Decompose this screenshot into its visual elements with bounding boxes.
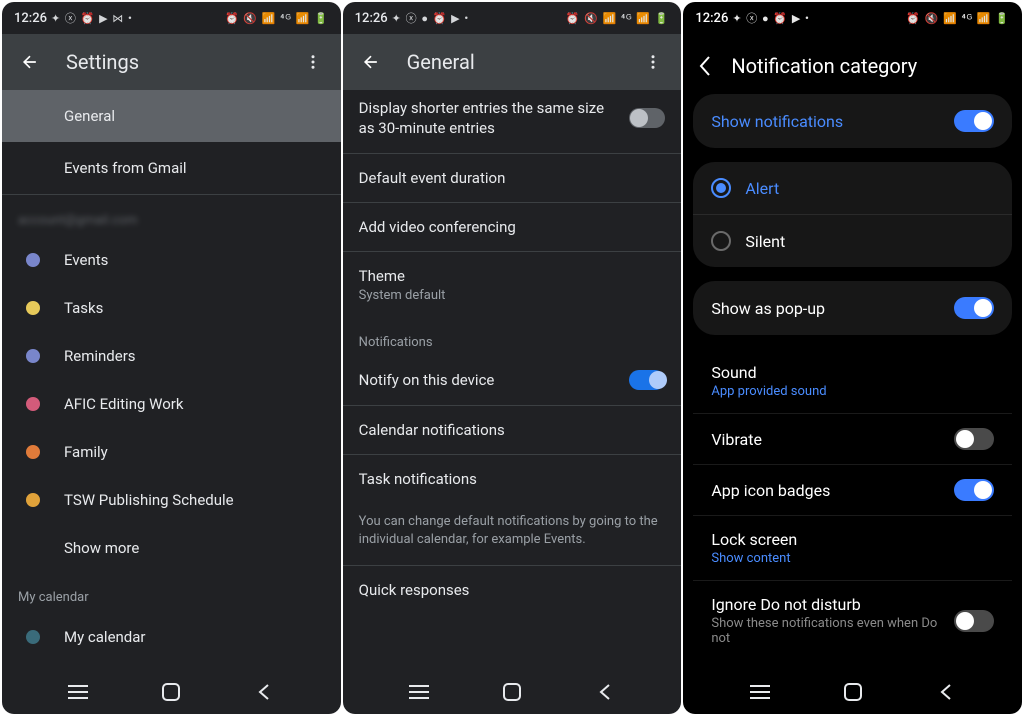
toggle-vibrate[interactable] [954, 428, 994, 450]
calendar-item[interactable]: Show more [2, 524, 341, 572]
calendar-item[interactable]: Events [2, 236, 341, 284]
page-title: Notification category [731, 54, 917, 78]
status-time: 12:26 [14, 11, 47, 26]
calendar-color-dot [26, 253, 40, 267]
app-bar: General [343, 34, 682, 90]
notifications-help-text: You can change default notifications by … [343, 503, 682, 565]
calendar-color-dot [26, 630, 40, 644]
calendar-item[interactable]: Family [2, 428, 341, 476]
settings-screen: 12:26 ✦ ⓧ ⏰ ▶ ⋈ • ⏰ 🔇 📶 ⁴ᴳ 📶 🔋 Settings … [2, 2, 341, 714]
alert-mode-card: Alert Silent [693, 162, 1012, 267]
nav-bar [343, 670, 682, 714]
setting-calendar-notifications[interactable]: Calendar notifications [343, 406, 682, 454]
overflow-menu-button[interactable] [293, 42, 333, 82]
general-screen: 12:26 ✦ ⓧ ● ⏰ ▶ • ⏰ 🔇 📶 ⁴ᴳ 📶 🔋 General D… [343, 2, 682, 714]
page-title: Settings [66, 50, 277, 74]
account-header: account@gmail.com [2, 195, 341, 236]
list-item-events-from-gmail[interactable]: Events from Gmail [2, 142, 341, 194]
back-button[interactable] [10, 42, 50, 82]
setting-default-event-duration[interactable]: Default event duration [343, 154, 682, 202]
radio-icon [711, 231, 731, 251]
toggle-badges[interactable] [954, 479, 994, 501]
calendar-color-dot [26, 301, 40, 315]
overflow-menu-button[interactable] [633, 42, 673, 82]
setting-app-icon-badges[interactable]: App icon badges [693, 465, 1012, 516]
status-notification-icons: ✦ ⓧ ⏰ ▶ ⋈ • [51, 10, 133, 26]
setting-ignore-dnd[interactable]: Ignore Do not disturb Show these notific… [693, 581, 1012, 660]
status-time: 12:26 [355, 11, 388, 26]
back-button[interactable] [693, 54, 717, 78]
nav-back[interactable] [926, 672, 966, 712]
nav-home[interactable] [492, 672, 532, 712]
status-time: 12:26 [695, 11, 728, 26]
radio-icon [711, 178, 731, 198]
general-settings-list: Display shorter entries the same size as… [343, 84, 682, 670]
nav-home[interactable] [151, 672, 191, 712]
status-system-icons: ⏰ 🔇 📶 ⁴ᴳ 📶 🔋 [225, 12, 329, 25]
setting-add-video-conferencing[interactable]: Add video conferencing [343, 203, 682, 251]
app-bar: Notification category [683, 34, 1022, 94]
status-bar: 12:26 ✦ ⓧ ⏰ ▶ ⋈ • ⏰ 🔇 📶 ⁴ᴳ 📶 🔋 [2, 2, 341, 34]
calendar-item[interactable]: AFIC Editing Work [2, 380, 341, 428]
radio-silent[interactable]: Silent [693, 214, 1012, 267]
page-title: General [407, 50, 618, 74]
calendar-item-my-calendar[interactable]: My calendar [2, 613, 341, 661]
setting-sound[interactable]: Sound App provided sound [693, 349, 1012, 414]
list-item-general[interactable]: General [2, 90, 341, 142]
nav-bar [683, 670, 1022, 714]
calendar-item[interactable]: Reminders [2, 332, 341, 380]
status-bar: 12:26 ✦ ⓧ ● ⏰ ▶ • ⏰ 🔇 📶 ⁴ᴳ 📶 🔋 [683, 2, 1022, 34]
setting-theme[interactable]: Theme System default [343, 252, 682, 317]
toggle-show-notifications[interactable] [954, 110, 994, 132]
status-system-icons: ⏰ 🔇 📶 ⁴ᴳ 📶 🔋 [906, 12, 1010, 25]
calendar-item[interactable]: TSW Publishing Schedule [2, 476, 341, 524]
back-button[interactable] [351, 42, 391, 82]
my-calendar-header: My calendar [2, 572, 341, 613]
setting-show-notifications[interactable]: Show notifications [693, 94, 1012, 148]
setting-lock-screen[interactable]: Lock screen Show content [693, 516, 1012, 581]
calendar-color-dot [26, 493, 40, 507]
nav-recents[interactable] [399, 672, 439, 712]
setting-vibrate[interactable]: Vibrate [693, 414, 1012, 465]
calendar-color-dot [26, 445, 40, 459]
nav-bar [2, 670, 341, 714]
popup-card: Show as pop-up [693, 281, 1012, 335]
setting-show-as-popup[interactable]: Show as pop-up [693, 281, 1012, 335]
status-system-icons: ⏰ 🔇 📶 ⁴ᴳ 📶 🔋 [566, 12, 670, 25]
status-notification-icons: ✦ ⓧ ● ⏰ ▶ • [392, 10, 470, 26]
setting-display-shorter-entries[interactable]: Display shorter entries the same size as… [343, 84, 682, 153]
nav-recents[interactable] [740, 672, 780, 712]
calendar-color-dot [26, 349, 40, 363]
calendar-item[interactable]: Tasks [2, 284, 341, 332]
notification-category-screen: 12:26 ✦ ⓧ ● ⏰ ▶ • ⏰ 🔇 📶 ⁴ᴳ 📶 🔋 Notificat… [683, 2, 1022, 714]
nav-back[interactable] [585, 672, 625, 712]
status-notification-icons: ✦ ⓧ ● ⏰ ▶ • [732, 10, 810, 26]
toggle-dnd[interactable] [954, 610, 994, 632]
calendar-color-dot [26, 397, 40, 411]
section-notifications: Notifications [343, 317, 682, 356]
toggle-popup[interactable] [954, 297, 994, 319]
nav-recents[interactable] [58, 672, 98, 712]
nav-home[interactable] [833, 672, 873, 712]
setting-notify-on-device[interactable]: Notify on this device [343, 356, 682, 404]
toggle-notify-on-device[interactable] [629, 370, 665, 390]
radio-alert[interactable]: Alert [693, 162, 1012, 214]
setting-quick-responses[interactable]: Quick responses [343, 566, 682, 614]
nav-back[interactable] [244, 672, 284, 712]
settings-list: General Events from Gmail account@gmail.… [2, 90, 341, 670]
status-bar: 12:26 ✦ ⓧ ● ⏰ ▶ • ⏰ 🔇 📶 ⁴ᴳ 📶 🔋 [343, 2, 682, 34]
notification-settings: Show notifications Alert Silent Show as … [683, 94, 1022, 670]
show-notifications-card: Show notifications [693, 94, 1012, 148]
toggle-display-shorter[interactable] [629, 108, 665, 128]
app-bar: Settings [2, 34, 341, 90]
setting-task-notifications[interactable]: Task notifications [343, 455, 682, 503]
